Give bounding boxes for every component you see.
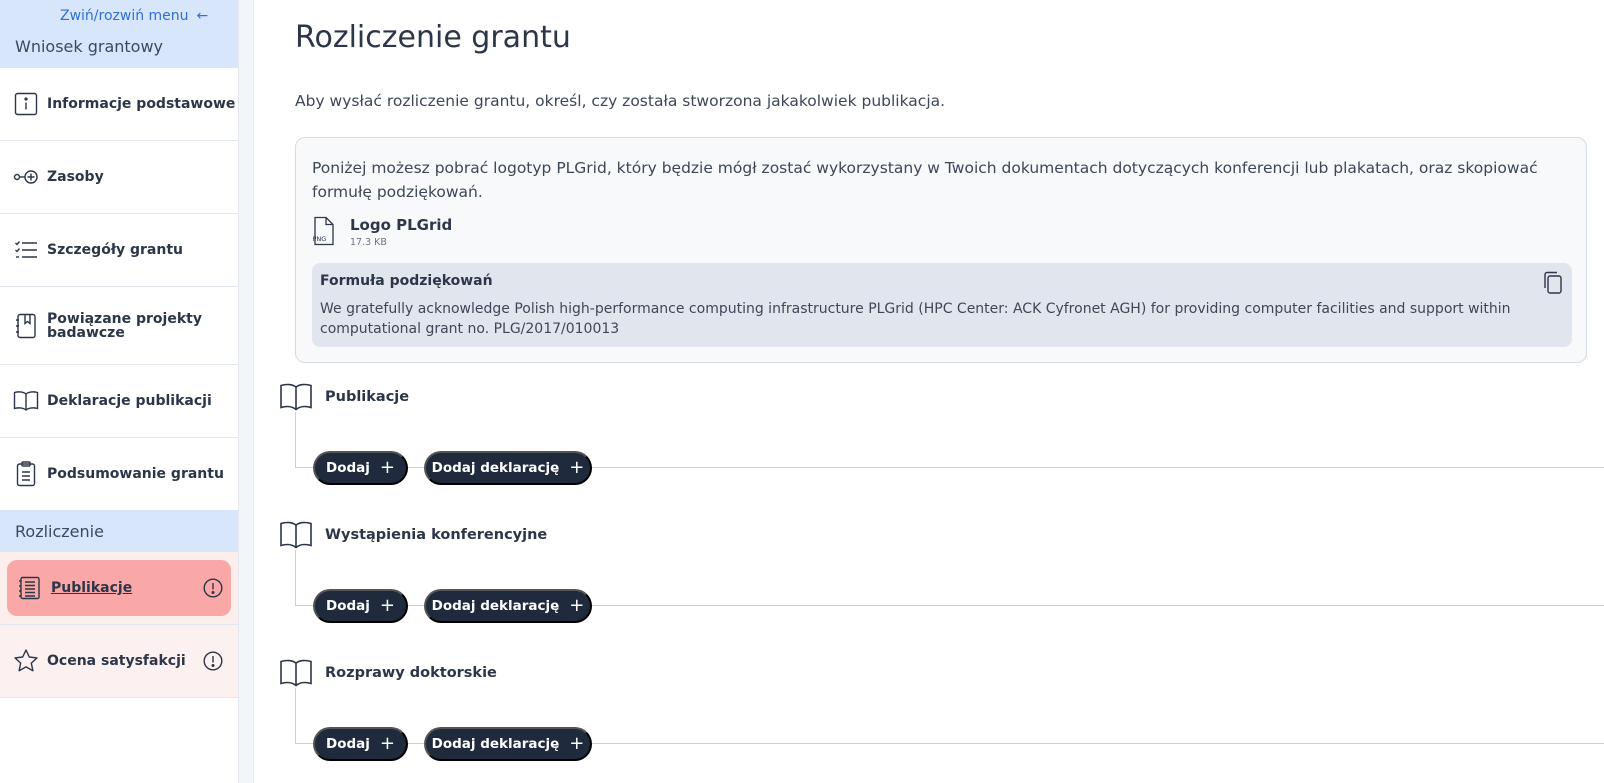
sidebar-scroll-strip <box>239 0 254 783</box>
formula-text: We gratefully acknowledge Polish high-pe… <box>320 301 1511 337</box>
open-book-icon <box>279 520 313 550</box>
sidebar-item-label: Informacje podstawowe <box>47 96 236 112</box>
section-publications: Publikacje Dodaj + Dodaj deklarację + <box>279 382 1604 492</box>
section-title: Rozprawy doktorskie <box>325 665 497 681</box>
open-book-icon <box>279 658 313 688</box>
section-header-label: Rozliczenie <box>15 521 104 541</box>
info-box: Poniżej możesz pobrać logotyp PLGrid, kt… <box>295 137 1587 363</box>
png-file-icon: PNG <box>312 216 336 250</box>
open-book-icon <box>13 388 39 414</box>
sidebar-item-label: Powiązane projekty badawcze <box>47 310 202 341</box>
plus-icon: + <box>569 457 585 478</box>
alert-icon <box>203 578 223 598</box>
copy-icon[interactable] <box>1542 271 1564 295</box>
section-title: Wystąpienia konferencyjne <box>325 527 548 543</box>
sidebar-item-basic-info[interactable]: Informacje podstawowe <box>0 68 238 141</box>
sidebar-item-grant-summary[interactable]: Podsumowanie grantu <box>0 438 238 510</box>
sidebar-item-resources[interactable]: Zasoby <box>0 141 238 214</box>
alert-icon <box>203 651 223 671</box>
button-label: Dodaj deklarację <box>431 736 560 752</box>
add-doctoral-thesis-button[interactable]: Dodaj + <box>313 727 408 761</box>
bookmark-book-icon <box>13 313 39 339</box>
section-connector <box>295 688 296 743</box>
plus-icon: + <box>379 733 395 754</box>
add-publication-declaration-button[interactable]: Dodaj deklarację + <box>424 451 592 485</box>
document-list-icon <box>17 575 43 601</box>
acknowledgement-formula: Formuła podziękowań We gratefully acknow… <box>312 263 1572 347</box>
star-icon <box>13 648 39 674</box>
button-label: Dodaj <box>326 598 370 614</box>
sidebar-item-related-projects[interactable]: Powiązane projekty badawcze <box>0 287 238 365</box>
button-label: Dodaj deklarację <box>431 598 560 614</box>
section-title: Publikacje <box>325 389 410 405</box>
svg-text:PNG: PNG <box>313 235 327 243</box>
file-info: Logo PLGrid 17.3 KB <box>350 216 452 248</box>
info-icon <box>13 91 39 117</box>
plus-icon: + <box>569 595 585 616</box>
add-conference-talk-button[interactable]: Dodaj + <box>313 589 408 623</box>
sidebar-item-label: Szczegóły grantu <box>47 242 184 258</box>
plus-icon: + <box>569 733 585 754</box>
intro-text: Aby wysłać rozliczenie grantu, określ, c… <box>295 92 946 110</box>
section-connector <box>295 412 296 467</box>
button-label: Dodaj deklarację <box>431 460 560 476</box>
formula-title: Formuła podziękowań <box>320 273 493 289</box>
sidebar-item-publication-declarations[interactable]: Deklaracje publikacji <box>0 365 238 438</box>
logo-download-link[interactable]: PNG Logo PLGrid 17.3 KB <box>312 216 453 250</box>
main-content: Rozliczenie grantu Aby wysłać rozliczeni… <box>254 0 1604 783</box>
info-text: Poniżej możesz pobrać logotyp PLGrid, kt… <box>312 159 1538 201</box>
sidebar-item-wrapper: Publikacje <box>0 552 238 625</box>
section-conference-talks: Wystąpienia konferencyjne Dodaj + Dodaj … <box>279 520 1604 630</box>
page-title: Rozliczenie grantu <box>295 20 571 55</box>
sidebar-item-satisfaction-rating[interactable]: Ocena satysfakcji <box>0 625 238 698</box>
open-book-icon <box>279 382 313 412</box>
section-header-settlement: Rozliczenie <box>0 510 238 552</box>
collapse-menu-label: Zwiń/rozwiń menu <box>60 8 189 24</box>
sidebar-item-publications[interactable]: Publikacje <box>7 560 231 616</box>
section-header-label: Wniosek grantowy <box>15 37 164 56</box>
sidebar-item-label: Publikacje <box>51 580 133 596</box>
button-label: Dodaj <box>326 736 370 752</box>
clipboard-icon <box>13 461 39 487</box>
plus-icon: + <box>379 457 395 478</box>
sidebar-item-label: Podsumowanie grantu <box>47 466 224 482</box>
resources-icon <box>13 164 39 190</box>
sidebar: Wniosek grantowy Zwiń/rozwiń menu ← Info… <box>0 0 239 783</box>
arrow-left-icon: ← <box>196 8 209 24</box>
sidebar-item-label: Ocena satysfakcji <box>47 653 186 669</box>
sidebar-item-label: Zasoby <box>47 169 104 185</box>
checklist-icon <box>13 237 39 263</box>
add-conference-declaration-button[interactable]: Dodaj deklarację + <box>424 589 592 623</box>
plus-icon: + <box>379 595 395 616</box>
section-doctoral-theses: Rozprawy doktorskie Dodaj + Dodaj deklar… <box>279 658 1604 768</box>
file-size: 17.3 KB <box>350 237 387 248</box>
sidebar-item-grant-details[interactable]: Szczegóły grantu <box>0 214 238 287</box>
button-label: Dodaj <box>326 460 370 476</box>
section-connector <box>295 550 296 605</box>
add-publication-button[interactable]: Dodaj + <box>313 451 408 485</box>
collapse-menu-link[interactable]: Zwiń/rozwiń menu ← <box>60 8 208 24</box>
add-doctoral-declaration-button[interactable]: Dodaj deklarację + <box>424 727 592 761</box>
file-name: Logo PLGrid <box>350 216 453 234</box>
sidebar-item-label: Deklaracje publikacji <box>47 393 212 409</box>
